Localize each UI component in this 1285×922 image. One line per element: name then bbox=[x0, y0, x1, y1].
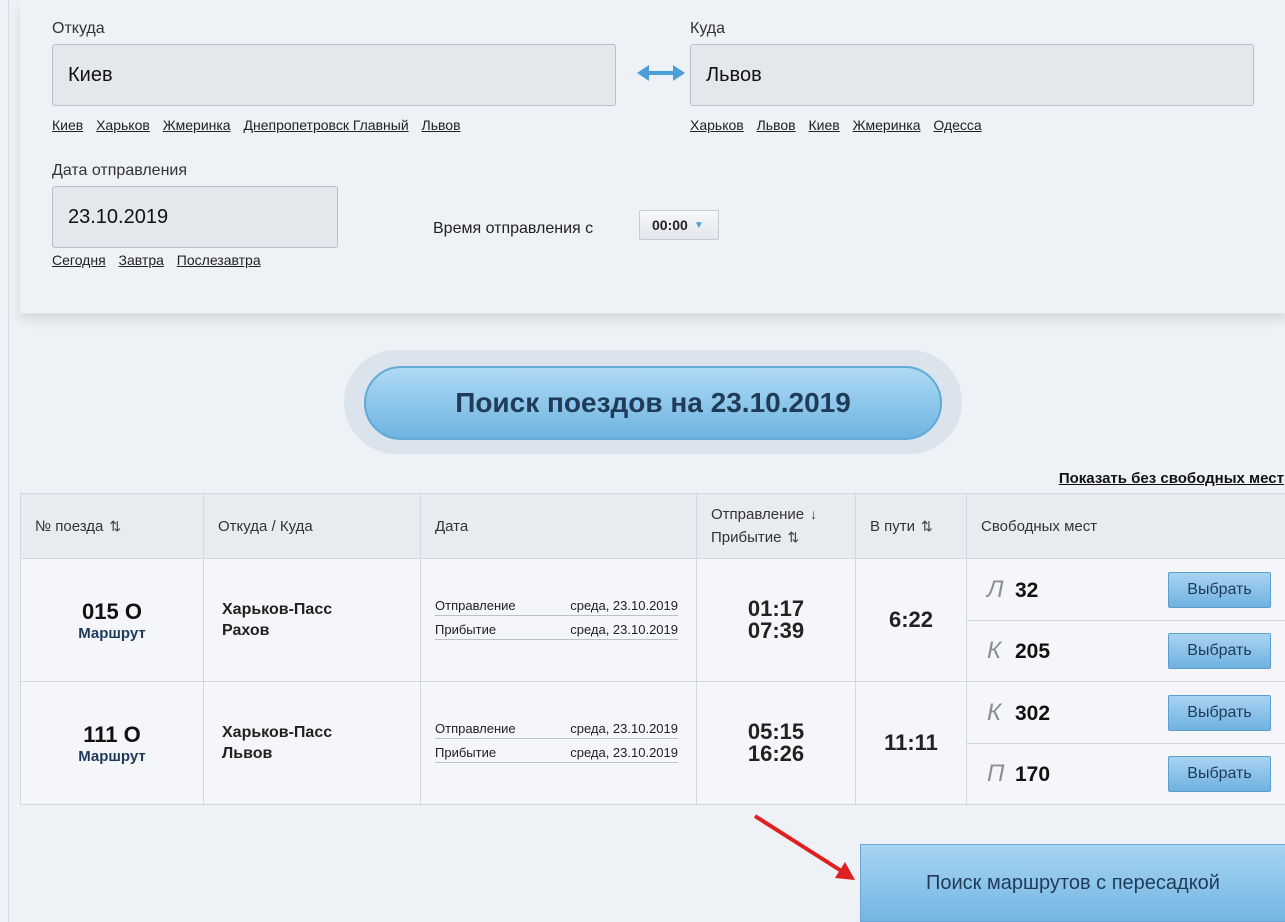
train-cell: 111 О Маршрут bbox=[20, 681, 204, 805]
seats-cell: К 302 Выбрать П 170 Выбрать bbox=[966, 681, 1285, 805]
train-number: 111 О bbox=[83, 721, 141, 747]
search-transfer-routes-button[interactable]: Поиск маршрутов с пересадкой bbox=[860, 844, 1285, 922]
train-number: 015 О bbox=[82, 598, 142, 624]
search-trains-button[interactable]: Поиск поездов на 23.10.2019 bbox=[364, 366, 942, 440]
station-from: Харьков-Пасс bbox=[222, 601, 333, 618]
station-from: Харьков-Пасс bbox=[222, 724, 333, 741]
choose-button[interactable]: Выбрать bbox=[1168, 694, 1271, 731]
seats-cell: Л 32 Выбрать К 205 Выбрать bbox=[966, 558, 1285, 682]
departure-time: 05:15 bbox=[747, 719, 805, 744]
date-link-today[interactable]: Сегодня bbox=[52, 252, 106, 268]
to-quick-links: Харьков Львов Киев Жмеринка Одесса bbox=[690, 117, 991, 133]
sort-icon: ⇅ bbox=[109, 517, 122, 534]
to-link-2[interactable]: Киев bbox=[809, 117, 840, 133]
header-departure-arrival[interactable]: Отправление ↓ Прибытие ⇅ bbox=[696, 493, 856, 559]
swap-arrows-icon[interactable] bbox=[637, 62, 685, 84]
to-link-0[interactable]: Харьков bbox=[690, 117, 744, 133]
page: Откуда Киев Киев Харьков Жмеринка Днепро… bbox=[8, 0, 1285, 922]
choose-button[interactable]: Выбрать bbox=[1168, 571, 1271, 608]
arrival-time: 16:26 bbox=[747, 741, 805, 766]
date-label: Дата отправления bbox=[52, 162, 188, 179]
header-free-seats: Свободных мест bbox=[966, 493, 1285, 559]
seat-count: 170 bbox=[1015, 763, 1051, 786]
seat-class: К bbox=[987, 637, 1002, 664]
search-form: Откуда Киев Киев Харьков Жмеринка Днепро… bbox=[20, 0, 1285, 314]
show-without-free-seats-link[interactable]: Показать без свободных мест bbox=[1059, 470, 1284, 487]
duration: 6:22 bbox=[855, 558, 967, 682]
stations-cell: Харьков-Пасс Львов bbox=[203, 681, 421, 805]
station-to: Рахов bbox=[222, 622, 270, 639]
table-row: 111 О Маршрут Харьков-Пасс Львов Отправл… bbox=[20, 681, 1285, 805]
arrival-date-row: Прибытие среда, 23.10.2019 bbox=[435, 622, 678, 640]
to-link-1[interactable]: Львов bbox=[757, 117, 796, 133]
chevron-down-icon: ▼ bbox=[693, 219, 704, 231]
sort-icon: ⇅ bbox=[921, 517, 933, 534]
route-link[interactable]: Маршрут bbox=[21, 625, 203, 642]
from-link-3[interactable]: Днепропетровск Главный bbox=[244, 117, 409, 133]
seat-count: 32 bbox=[1015, 578, 1039, 602]
seat-option: Л 32 Выбрать bbox=[967, 559, 1285, 620]
seat-count: 302 bbox=[1015, 701, 1051, 725]
header-train-number[interactable]: № поезда ⇅ bbox=[20, 493, 204, 559]
table-row: 015 О Маршрут Харьков-Пасс Рахов Отправл… bbox=[20, 558, 1285, 682]
search-button-frame: Поиск поездов на 23.10.2019 bbox=[344, 350, 962, 454]
from-link-0[interactable]: Киев bbox=[52, 117, 83, 133]
departure-date-row: Отправление среда, 23.10.2019 bbox=[435, 721, 678, 739]
red-arrow-icon bbox=[753, 814, 855, 880]
dates-cell: Отправление среда, 23.10.2019 Прибытие сре… bbox=[420, 681, 697, 805]
from-label: Откуда bbox=[52, 20, 105, 37]
dates-cell: Отправление среда, 23.10.2019 Прибытие сре… bbox=[420, 558, 697, 682]
time-value: 00:00 bbox=[652, 217, 688, 233]
choose-button[interactable]: Выбрать bbox=[1168, 633, 1271, 669]
from-link-4[interactable]: Львов bbox=[422, 117, 461, 133]
times-cell: 05:15 16:26 bbox=[696, 681, 856, 805]
from-link-1[interactable]: Харьков bbox=[96, 117, 150, 133]
to-input[interactable]: Львов bbox=[690, 44, 1254, 106]
duration: 11:11 bbox=[855, 681, 967, 805]
seat-class: Л bbox=[987, 575, 1004, 603]
to-link-4[interactable]: Одесса bbox=[933, 117, 981, 133]
date-link-after-tomorrow[interactable]: Послезавтра bbox=[177, 252, 261, 268]
departure-date-row: Отправление среда, 23.10.2019 bbox=[435, 598, 678, 616]
station-to: Львов bbox=[222, 745, 273, 762]
header-duration[interactable]: В пути ⇅ bbox=[855, 493, 967, 559]
seat-count: 205 bbox=[1015, 640, 1051, 663]
seat-class: П bbox=[987, 760, 1005, 787]
departure-time: 01:17 bbox=[747, 596, 805, 621]
sort-down-icon: ↓ bbox=[810, 506, 818, 522]
seat-class: К bbox=[987, 698, 1002, 726]
times-cell: 01:17 07:39 bbox=[696, 558, 856, 682]
seat-option: П 170 Выбрать bbox=[967, 743, 1285, 804]
header-date: Дата bbox=[420, 493, 697, 559]
table-header-row: № поезда ⇅ Откуда / Куда Дата Отправление… bbox=[20, 493, 1285, 559]
route-link[interactable]: Маршрут bbox=[21, 748, 203, 765]
to-label: Куда bbox=[690, 20, 726, 37]
date-link-tomorrow[interactable]: Завтра bbox=[119, 252, 164, 268]
arrival-date-row: Прибытие среда, 23.10.2019 bbox=[435, 745, 678, 763]
train-cell: 015 О Маршрут bbox=[20, 558, 204, 682]
trains-table: № поезда ⇅ Откуда / Куда Дата Отправление… bbox=[20, 493, 1285, 805]
date-input[interactable]: 23.10.2019 bbox=[52, 186, 338, 248]
choose-button[interactable]: Выбрать bbox=[1168, 756, 1271, 792]
arrival-time: 07:39 bbox=[747, 618, 805, 643]
from-link-2[interactable]: Жмеринка bbox=[163, 117, 231, 133]
from-input[interactable]: Киев bbox=[52, 44, 616, 106]
header-route: Откуда / Куда bbox=[203, 493, 421, 559]
time-label: Время отправления с bbox=[433, 220, 594, 237]
from-quick-links: Киев Харьков Жмеринка Днепропетровск Гла… bbox=[52, 117, 470, 133]
time-select[interactable]: 00:00 ▼ bbox=[639, 210, 719, 240]
sort-icon: ⇅ bbox=[787, 529, 800, 545]
date-quick-links: Сегодня Завтра Послезавтра bbox=[52, 252, 270, 268]
to-link-3[interactable]: Жмеринка bbox=[853, 117, 921, 133]
stations-cell: Харьков-Пасс Рахов bbox=[203, 558, 421, 682]
seat-option: К 205 Выбрать bbox=[967, 620, 1285, 681]
seat-option: К 302 Выбрать bbox=[967, 682, 1285, 743]
